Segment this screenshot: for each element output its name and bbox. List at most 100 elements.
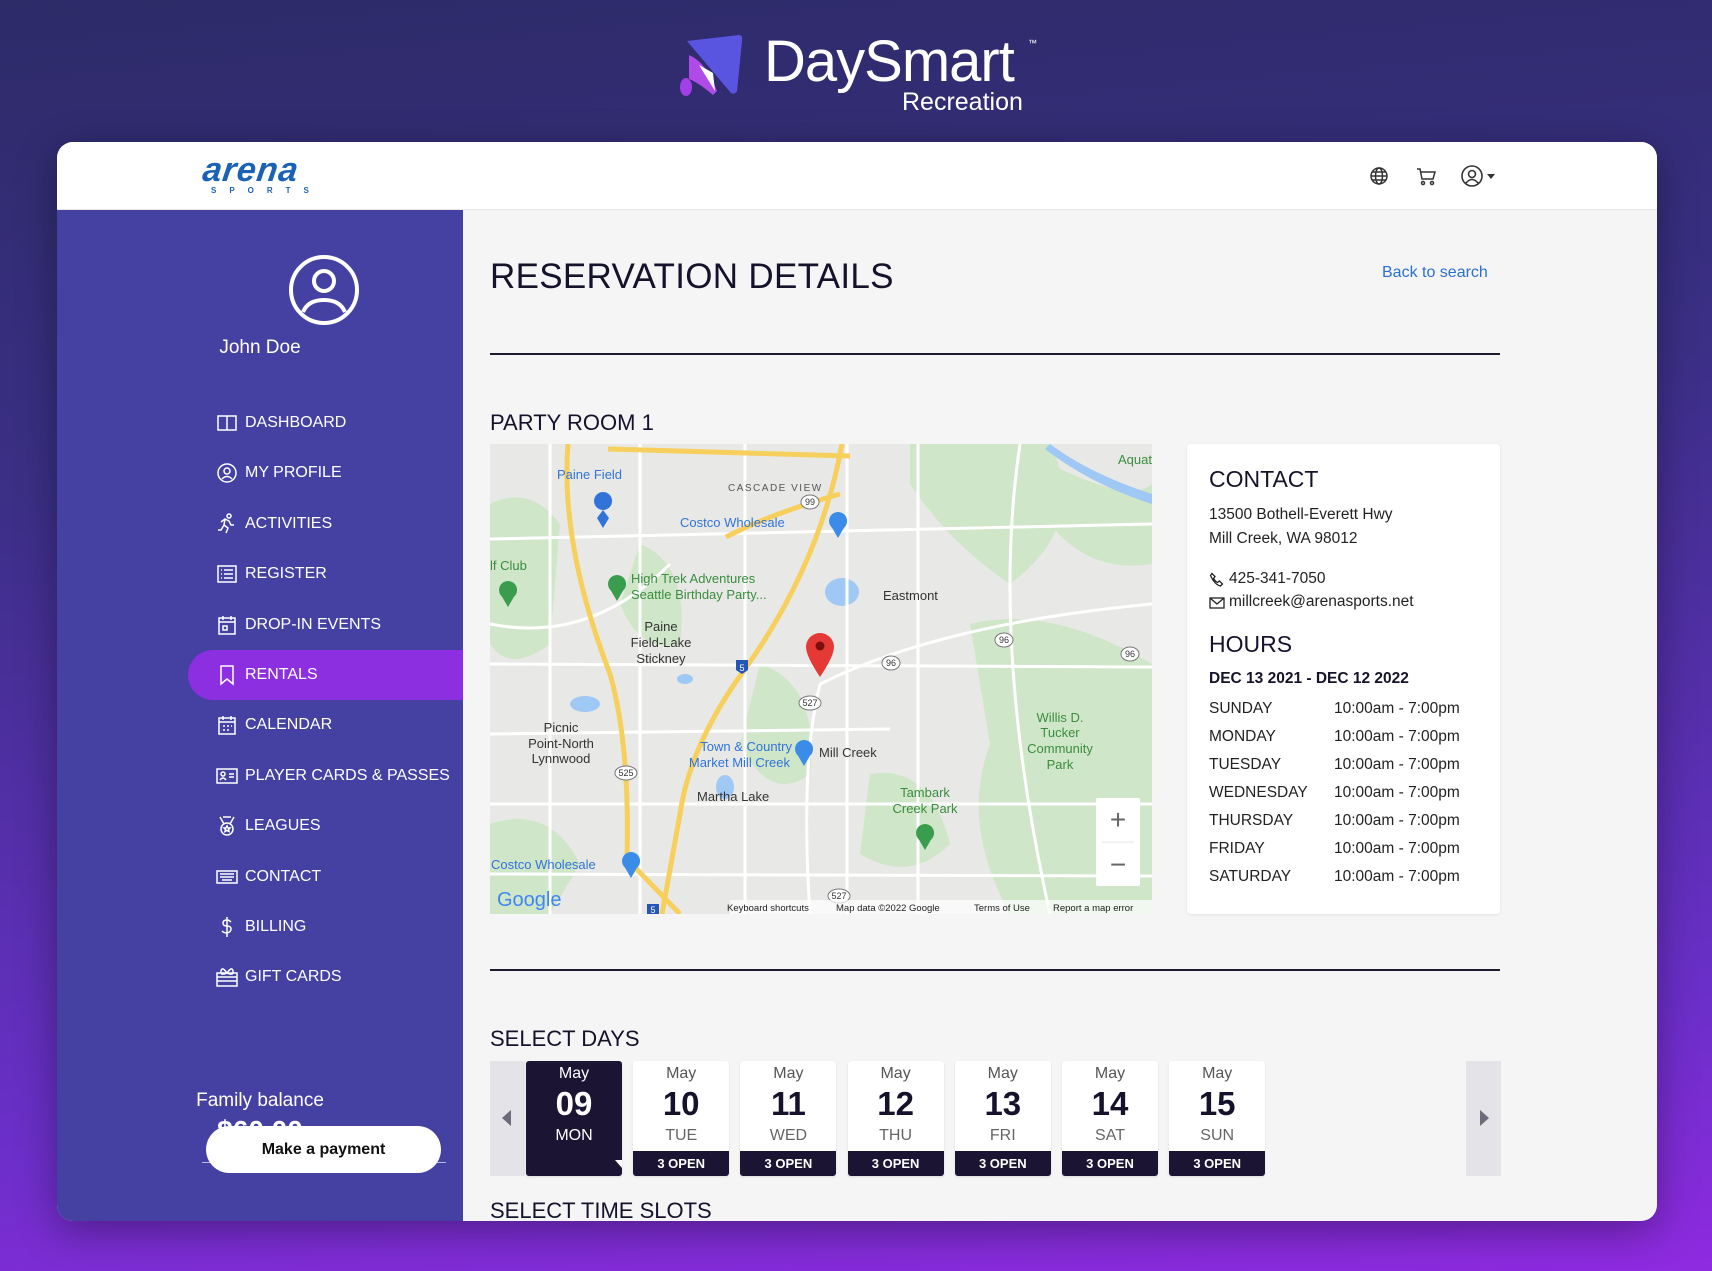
day-date: 13	[984, 1085, 1022, 1122]
phone-link[interactable]: 425-341-7050	[1229, 570, 1326, 588]
user-menu-icon[interactable]	[1460, 164, 1500, 188]
sidebar-item-label: DASHBOARD	[245, 414, 347, 431]
sidebar-item-activities[interactable]: ACTIVITIES	[188, 499, 463, 549]
map-label: High Trek Adventures	[631, 571, 756, 586]
day-card[interactable]: May 12 THU 3 OPEN	[847, 1061, 944, 1176]
hours-time: 10:00am - 7:00pm	[1334, 840, 1460, 857]
email-icon	[1209, 597, 1225, 609]
user-name: John Doe	[219, 337, 301, 358]
sidebar-item-label: RENTALS	[245, 666, 318, 683]
sidebar-item-contact[interactable]: CONTACT	[188, 852, 463, 902]
sidebar-item-billing[interactable]: BILLING	[188, 902, 463, 952]
hours-time: 10:00am - 7:00pm	[1334, 700, 1460, 717]
sidebar-item-drop-in-events[interactable]: DROP-IN EVENTS	[188, 600, 463, 650]
sidebar-item-leagues[interactable]: LEAGUES	[188, 801, 463, 851]
hours-day: THURSDAY	[1209, 812, 1294, 829]
map-label: Aquat	[1118, 452, 1152, 467]
keyboard-shortcuts-link[interactable]: Keyboard shortcuts	[727, 903, 809, 914]
day-date: 09	[555, 1085, 593, 1122]
open-count: 3 OPEN	[847, 1151, 944, 1176]
calendar-icon	[218, 716, 236, 736]
map-label: Willis D.	[1037, 710, 1084, 725]
terms-link[interactable]: Terms of Use	[974, 903, 1030, 914]
day-card[interactable]: May 14 SAT 3 OPEN	[1062, 1061, 1158, 1176]
map-label: Costco Wholesale	[491, 857, 596, 872]
route-shield: 96	[994, 632, 1014, 648]
hours-title: HOURS	[1209, 631, 1293, 657]
list-icon	[217, 565, 237, 583]
zoom-in-button[interactable]: +	[1110, 804, 1126, 835]
airport-pin-icon	[594, 492, 613, 528]
email-link[interactable]: millcreek@arenasports.net	[1229, 593, 1414, 611]
day-date: 10	[662, 1085, 700, 1122]
dashboard-icon	[217, 415, 237, 431]
map-label: Stickney	[636, 651, 686, 666]
day-weekday: TUE	[665, 1127, 698, 1144]
sidebar-item-my-profile[interactable]: MY PROFILE	[188, 448, 463, 498]
sidebar: John Doe DASHBOARD MY PROFILE ACTIVITIES RE…	[57, 210, 463, 1221]
route-shield: 525	[614, 765, 638, 781]
map[interactable]: Paine Field CASCADE VIEW Costco Wholesal…	[490, 444, 1152, 914]
make-payment-button[interactable]: Make a payment	[206, 1126, 441, 1173]
sidebar-item-calendar[interactable]: CALENDAR	[188, 700, 463, 750]
cart-icon[interactable]	[1414, 164, 1438, 188]
day-weekday: FRI	[989, 1127, 1016, 1144]
avatar-icon[interactable]	[288, 254, 360, 326]
day-weekday: WED	[769, 1127, 808, 1144]
map-label: Martha Lake	[697, 789, 769, 804]
hours-date-range: DEC 13 2021 - DEC 12 2022	[1209, 670, 1409, 687]
map-label: Eastmont	[883, 588, 938, 603]
zoom-out-button[interactable]: −	[1110, 849, 1126, 880]
hours-time: 10:00am - 7:00pm	[1334, 756, 1460, 773]
sidebar-item-player-cards-passes[interactable]: PLAYER CARDS & PASSES	[188, 751, 463, 801]
report-error-link[interactable]: Report a map error	[1053, 903, 1133, 914]
page-title: RESERVATION DETAILS	[490, 257, 894, 296]
next-days-button[interactable]	[1466, 1061, 1501, 1176]
sidebar-item-gift-cards[interactable]: GIFT CARDS	[188, 952, 463, 1002]
day-card[interactable]: May 10 TUE 3 OPEN	[633, 1061, 730, 1176]
map-label: Picnic	[544, 720, 579, 735]
day-card[interactable]: May 09 MON	[526, 1061, 622, 1176]
map-label: Mill Creek	[819, 745, 877, 760]
open-count: 3 OPEN	[740, 1151, 837, 1176]
map-label: Community	[1027, 741, 1093, 756]
day-month: May	[773, 1065, 804, 1082]
svg-text:527: 527	[802, 698, 817, 708]
sidebar-item-label: BILLING	[245, 918, 307, 935]
arena-sports-logo[interactable]: arena SPORTS	[200, 151, 322, 195]
day-card[interactable]: May 15 SUN 3 OPEN	[1169, 1061, 1266, 1176]
day-card[interactable]: May 11 WED 3 OPEN	[740, 1061, 837, 1176]
sidebar-item-label: PLAYER CARDS & PASSES	[245, 766, 450, 784]
map-label: CASCADE VIEW	[728, 483, 823, 494]
open-count: 3 OPEN	[1062, 1151, 1158, 1176]
sidebar-item-dashboard[interactable]: DASHBOARD	[188, 398, 463, 448]
hours-day: SUNDAY	[1209, 700, 1273, 717]
day-date: 12	[877, 1085, 914, 1122]
route-shield: 99	[800, 494, 820, 510]
bookmark-icon	[220, 665, 234, 686]
hours-day: WEDNESDAY	[1209, 784, 1308, 801]
sidebar-item-register[interactable]: REGISTER	[188, 549, 463, 599]
map-label: Costco Wholesale	[680, 515, 785, 530]
svg-text:96: 96	[886, 658, 896, 668]
map-parks	[490, 444, 1152, 914]
sidebar-item-rentals[interactable]: RENTALS	[188, 650, 463, 700]
app-window: arena SPORTS John Doe DASHBOARD MY PROFIL…	[57, 142, 1657, 1221]
contact-card: CONTACT 13500 Bothell-Everett Hwy Mill C…	[1187, 444, 1500, 914]
address-line-2: Mill Creek, WA 98012	[1209, 530, 1358, 547]
day-card[interactable]: May 13 FRI 3 OPEN	[954, 1061, 1051, 1176]
globe-icon[interactable]	[1367, 164, 1391, 188]
map-data-text: Map data ©2022 Google	[836, 903, 940, 914]
back-to-search-link[interactable]: Back to search	[1382, 264, 1488, 282]
map-label: Paine Field	[557, 467, 622, 482]
map-label: Lynnwood	[532, 751, 591, 766]
contact-title: CONTACT	[1209, 466, 1319, 492]
prev-days-button[interactable]	[490, 1061, 525, 1176]
day-month: May	[1202, 1065, 1233, 1082]
sidebar-item-label: ACTIVITIES	[245, 514, 333, 532]
day-weekday: SAT	[1095, 1127, 1125, 1144]
daysmart-logo-icon	[680, 35, 743, 96]
brand-name: DaySmart	[764, 29, 1015, 94]
sidebar-item-label: MY PROFILE	[245, 464, 342, 482]
hours-day: SATURDAY	[1209, 868, 1292, 885]
